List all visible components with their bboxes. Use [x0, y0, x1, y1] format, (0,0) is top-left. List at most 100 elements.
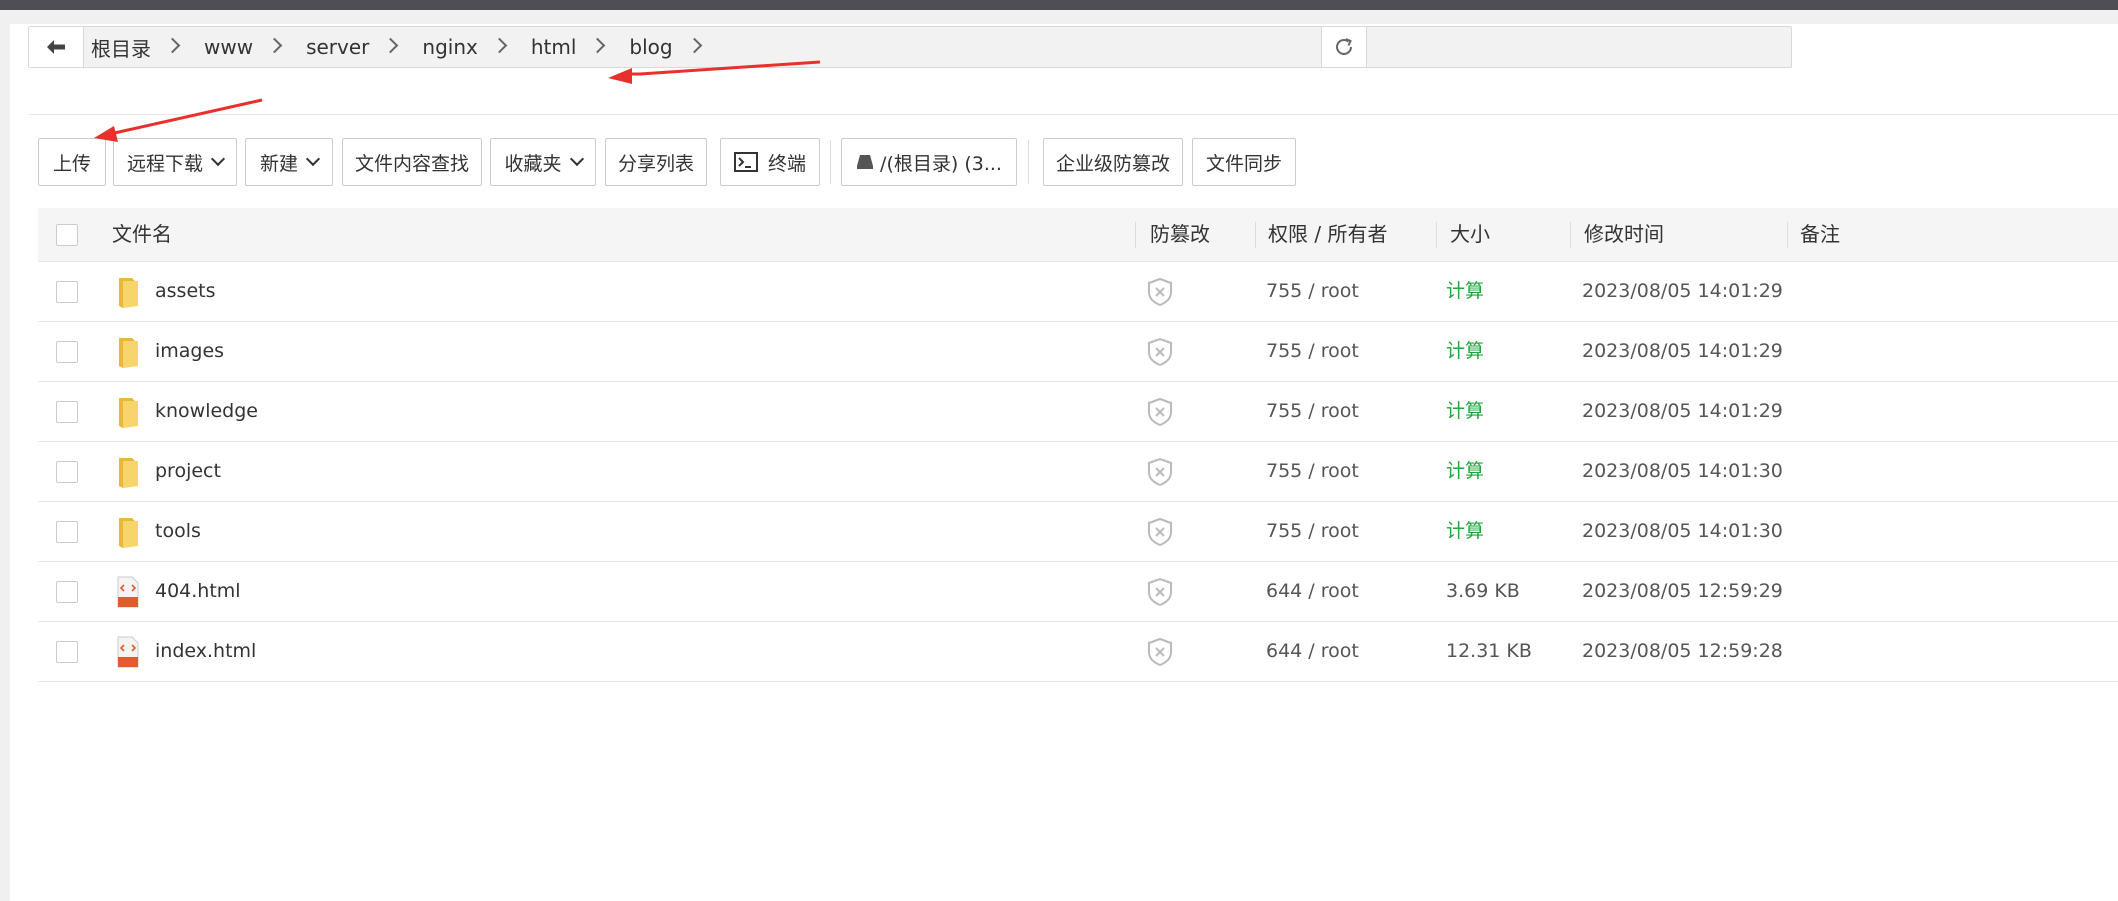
folder-icon [116, 382, 142, 441]
content-search-button[interactable]: 文件内容查找 [342, 138, 482, 186]
file-permission[interactable]: 755 / root [1266, 322, 1359, 381]
new-label: 新建 [259, 152, 298, 175]
shield-icon[interactable] [1146, 262, 1174, 321]
header-name[interactable]: 文件名 [112, 208, 172, 261]
file-permission[interactable]: 755 / root [1266, 382, 1359, 441]
arrow-left-icon [47, 40, 65, 54]
html-file-icon [116, 562, 140, 621]
table-row[interactable]: images 755 / root 计算 2023/08/05 14:01:29 [38, 322, 2118, 382]
file-permission[interactable]: 644 / root [1266, 622, 1359, 681]
terminal-icon [733, 152, 758, 172]
file-size: 3.69 KB [1446, 580, 1520, 602]
breadcrumb-item: server [306, 35, 422, 59]
column-separator [1787, 222, 1788, 248]
size-calc-link[interactable]: 计算 [1446, 322, 1484, 381]
file-sync-label: 文件同步 [1205, 152, 1282, 175]
column-separator [1255, 222, 1256, 248]
file-mtime: 2023/08/05 14:01:30 [1582, 520, 1783, 542]
table-row[interactable]: assets 755 / root 计算 2023/08/05 14:01:29 [38, 262, 2118, 322]
table-row[interactable]: tools 755 / root 计算 2023/08/05 14:01:30 [38, 502, 2118, 562]
new-dropdown[interactable]: 新建 [245, 138, 333, 186]
folder-icon [116, 322, 142, 381]
back-button[interactable] [29, 27, 84, 67]
header-tamper: 防篡改 [1150, 222, 1210, 246]
table-row[interactable]: knowledge 755 / root 计算 2023/08/05 14:01… [38, 382, 2118, 442]
row-checkbox[interactable] [56, 641, 78, 663]
toolbar-separator [830, 140, 831, 184]
shield-icon[interactable] [1146, 442, 1174, 501]
column-separator [1436, 222, 1437, 248]
file-mtime: 2023/08/05 12:59:29 [1582, 580, 1783, 602]
shield-icon[interactable] [1146, 502, 1174, 561]
share-list-label: 分享列表 [617, 152, 694, 175]
breadcrumb-link-www[interactable]: www [204, 35, 253, 59]
header-permission[interactable]: 权限 / 所有者 [1268, 208, 1387, 261]
file-permission[interactable]: 755 / root [1266, 502, 1359, 561]
favorites-dropdown[interactable]: 收藏夹 [490, 138, 596, 186]
row-checkbox[interactable] [56, 461, 78, 483]
divider [28, 114, 2118, 115]
column-separator [1135, 222, 1136, 248]
file-name[interactable]: index.html [155, 622, 256, 681]
shield-icon[interactable] [1146, 382, 1174, 441]
file-name[interactable]: assets [155, 262, 215, 321]
chevron-right-icon [491, 37, 508, 53]
file-name[interactable]: 404.html [155, 562, 241, 621]
disk-button[interactable]: /(根目录) (3... [841, 138, 1017, 186]
file-name[interactable]: tools [155, 502, 201, 561]
size-calc-link[interactable]: 计算 [1446, 442, 1484, 501]
window-top-strip [0, 0, 2118, 10]
refresh-button[interactable] [1321, 26, 1367, 68]
remote-download-dropdown[interactable]: 远程下载 [113, 138, 237, 186]
file-mtime: 2023/08/05 14:01:29 [1582, 340, 1783, 362]
file-mtime: 2023/08/05 14:01:30 [1582, 460, 1783, 482]
share-list-button[interactable]: 分享列表 [605, 138, 707, 186]
file-name[interactable]: knowledge [155, 382, 258, 441]
file-mtime: 2023/08/05 14:01:29 [1582, 280, 1783, 302]
breadcrumb-link-root[interactable]: 根目录 [91, 33, 151, 62]
file-name[interactable]: images [155, 322, 224, 381]
terminal-button[interactable]: 终端 [720, 138, 820, 186]
file-permission[interactable]: 755 / root [1266, 442, 1359, 501]
row-checkbox[interactable] [56, 401, 78, 423]
table-row[interactable]: index.html 644 / root 12.31 KB 2023/08/0… [38, 622, 2118, 682]
row-checkbox[interactable] [56, 581, 78, 603]
tamper-proof-button[interactable]: 企业级防篡改 [1043, 138, 1183, 186]
table-row[interactable]: project 755 / root 计算 2023/08/05 14:01:3… [38, 442, 2118, 502]
disk-label: /(根目录) (3... [880, 152, 1002, 175]
size-calc-link[interactable]: 计算 [1446, 262, 1484, 321]
file-mtime: 2023/08/05 12:59:28 [1582, 640, 1783, 662]
row-checkbox[interactable] [56, 281, 78, 303]
chevron-down-icon [210, 151, 226, 167]
row-checkbox[interactable] [56, 521, 78, 543]
shield-icon[interactable] [1146, 562, 1174, 621]
select-all-checkbox[interactable] [56, 224, 78, 246]
breadcrumb-link-nginx[interactable]: nginx [422, 35, 477, 59]
shield-icon[interactable] [1146, 322, 1174, 381]
shield-icon[interactable] [1146, 622, 1174, 681]
table-row[interactable]: 404.html 644 / root 3.69 KB 2023/08/05 1… [38, 562, 2118, 622]
folder-icon [116, 502, 142, 561]
table-header: 文件名 防篡改 权限 / 所有者 大小 修改时间 备注 [38, 208, 2118, 262]
file-permission[interactable]: 644 / root [1266, 562, 1359, 621]
breadcrumb-item: 根目录 [91, 33, 204, 62]
upload-button[interactable]: 上传 [38, 138, 106, 186]
breadcrumb-link-html[interactable]: html [531, 35, 577, 59]
row-checkbox[interactable] [56, 341, 78, 363]
file-sync-button[interactable]: 文件同步 [1192, 138, 1296, 186]
size-calc-link[interactable]: 计算 [1446, 382, 1484, 441]
breadcrumb-link-blog[interactable]: blog [629, 35, 672, 59]
chevron-right-icon[interactable] [686, 37, 702, 53]
folder-icon [116, 262, 142, 321]
file-name[interactable]: project [155, 442, 221, 501]
file-permission[interactable]: 755 / root [1266, 262, 1359, 321]
breadcrumb-item: nginx [422, 35, 530, 59]
chevron-right-icon [164, 37, 181, 53]
breadcrumb-link-server[interactable]: server [306, 35, 369, 59]
column-separator [1570, 222, 1571, 248]
tamper-proof-label: 企业级防篡改 [1055, 152, 1170, 175]
header-size[interactable]: 大小 [1450, 208, 1490, 261]
size-calc-link[interactable]: 计算 [1446, 502, 1484, 561]
chevron-down-icon [569, 151, 584, 167]
header-mtime[interactable]: 修改时间 [1584, 208, 1664, 261]
